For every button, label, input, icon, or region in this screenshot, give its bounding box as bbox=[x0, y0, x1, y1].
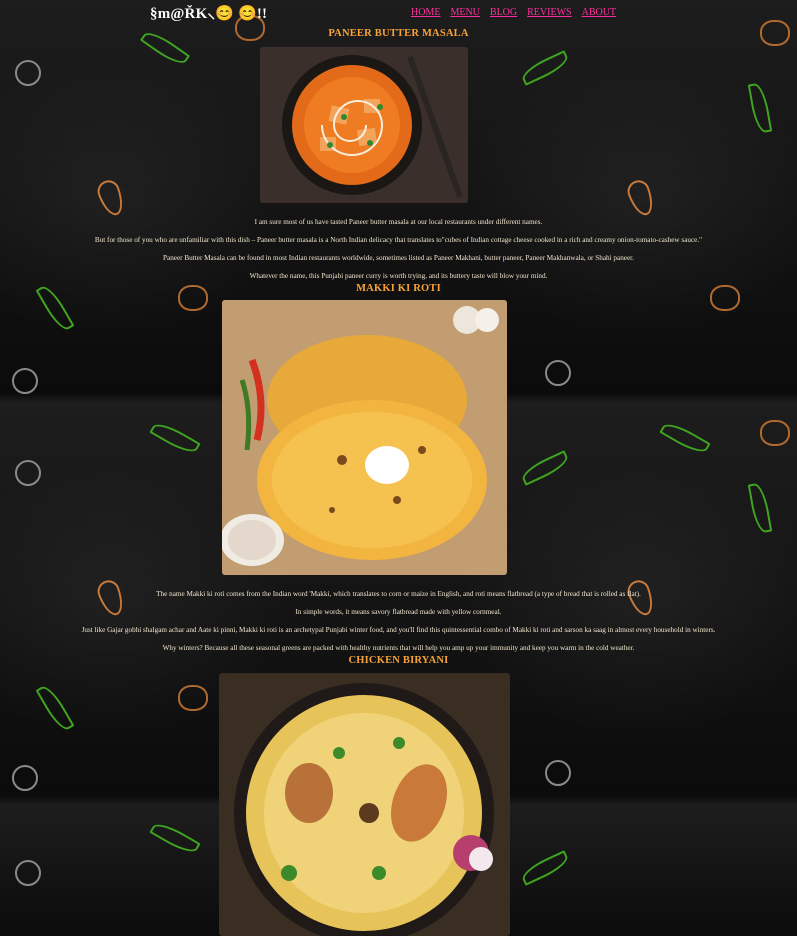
dish-paragraph: Paneer Butter Masala can be found in mos… bbox=[163, 254, 634, 263]
leaf-doodle-icon bbox=[35, 682, 75, 734]
vegetable-doodle-icon bbox=[545, 360, 571, 386]
dish-paragraph: Whatever the name, this Punjabi paneer c… bbox=[249, 272, 548, 281]
leaf-doodle-icon bbox=[747, 81, 773, 135]
dish-paragraph: In simple words, it means savory flatbre… bbox=[295, 608, 502, 617]
carrot-doodle-icon bbox=[94, 177, 128, 219]
nav-link-blog[interactable]: BLOG bbox=[490, 7, 517, 18]
nav-link-home[interactable]: HOME bbox=[411, 7, 440, 18]
leaf-doodle-icon bbox=[518, 450, 572, 486]
dish-paragraph: Why winters? Because all these seasonal … bbox=[162, 644, 635, 653]
paneer-butter-masala-image bbox=[260, 47, 468, 203]
site-header: §m@ŘK⸜😊 😊!! HOME MENU BLOG REVIEWS ABOUT bbox=[0, 0, 797, 26]
roti-illustration bbox=[222, 300, 507, 575]
nav-link-about[interactable]: ABOUT bbox=[582, 7, 616, 18]
pumpkin-doodle-icon bbox=[178, 685, 208, 711]
leaf-doodle-icon bbox=[518, 50, 572, 86]
chicken-biryani-image bbox=[219, 673, 510, 936]
leaf-doodle-icon bbox=[149, 418, 201, 458]
vegetable-doodle-icon bbox=[12, 765, 38, 791]
leaf-doodle-icon bbox=[518, 850, 572, 886]
dish-title: PANEER BUTTER MASALA bbox=[328, 28, 469, 39]
leaf-doodle-icon bbox=[659, 418, 711, 458]
dish-paragraph: I am sure most of us have tasted Paneer … bbox=[254, 218, 543, 227]
dish-paragraph: But for those of you who are unfamiliar … bbox=[94, 236, 703, 245]
vegetable-doodle-icon bbox=[15, 60, 41, 86]
dish-paragraph: The name Makki ki roti comes from the In… bbox=[156, 590, 641, 599]
carrot-doodle-icon bbox=[624, 177, 658, 219]
vegetable-doodle-icon bbox=[545, 760, 571, 786]
site-logo[interactable]: §m@ŘK⸜😊 😊!! bbox=[150, 3, 267, 23]
biryani-illustration bbox=[219, 673, 510, 936]
leaf-doodle-icon bbox=[747, 481, 773, 535]
vegetable-doodle-icon bbox=[15, 860, 41, 886]
dish-title: CHICKEN BIRYANI bbox=[348, 655, 449, 666]
vegetable-doodle-icon bbox=[15, 460, 41, 486]
dish-title: MAKKI KI ROTI bbox=[356, 283, 441, 294]
nav-link-reviews[interactable]: REVIEWS bbox=[527, 7, 571, 18]
leaf-doodle-icon bbox=[149, 818, 201, 858]
main-nav: HOME MENU BLOG REVIEWS ABOUT bbox=[411, 7, 616, 18]
makki-ki-roti-image bbox=[222, 300, 507, 575]
pumpkin-doodle-icon bbox=[760, 420, 790, 446]
paneer-curry-illustration bbox=[260, 47, 468, 203]
dish-paragraph: Just like Gajar gobhi shalgam achar and … bbox=[81, 626, 716, 635]
nav-link-menu[interactable]: MENU bbox=[450, 7, 479, 18]
vegetable-doodle-icon bbox=[12, 368, 38, 394]
